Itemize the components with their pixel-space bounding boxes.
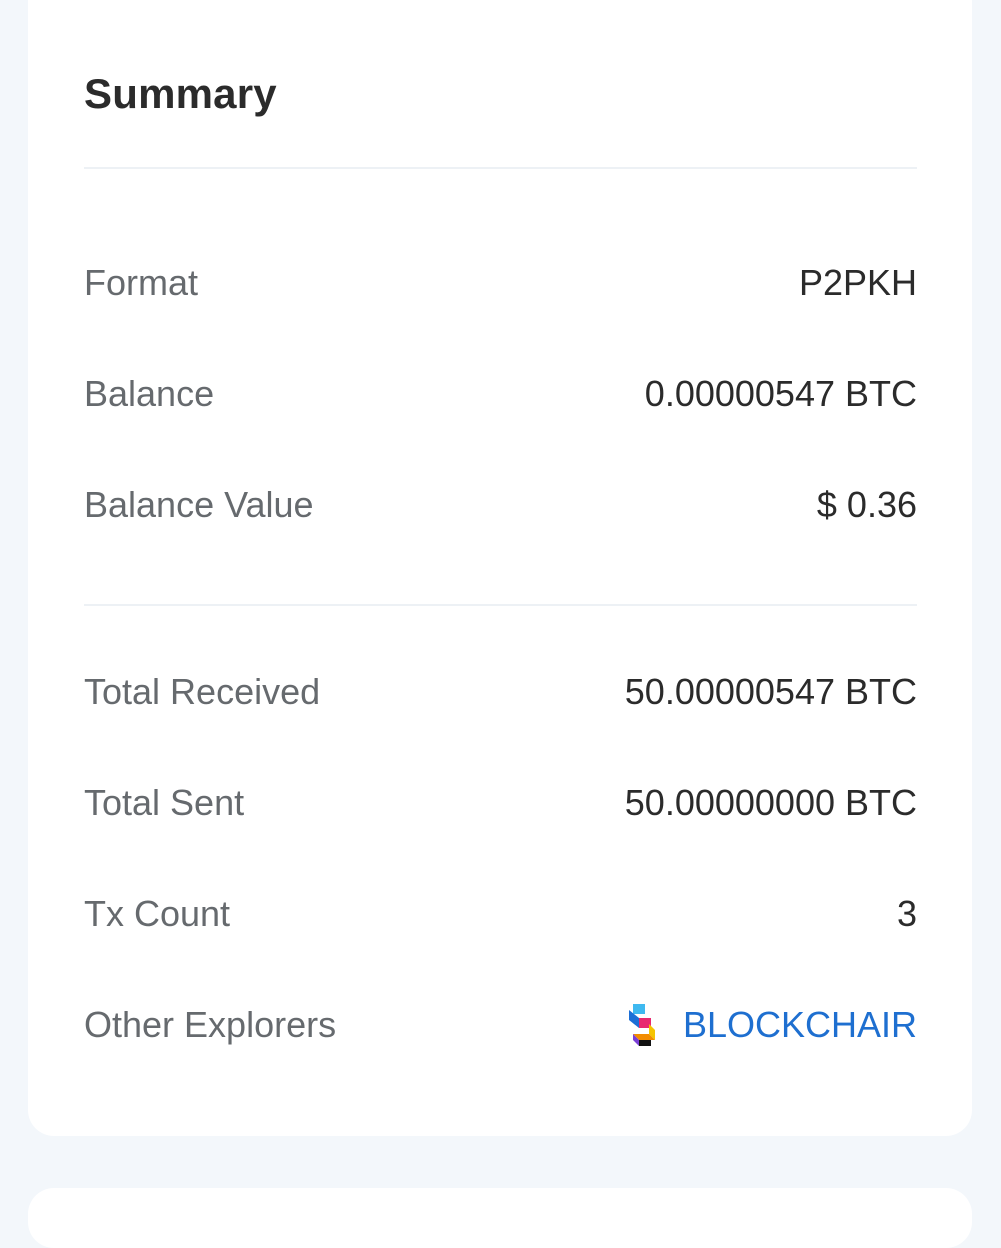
blockchair-link-label[interactable]: BLOCKCHAIR — [683, 1004, 917, 1046]
blockchair-link[interactable]: BLOCKCHAIR — [621, 1000, 917, 1050]
divider — [84, 167, 917, 169]
next-card — [28, 1188, 972, 1248]
format-value: P2PKH — [798, 262, 917, 303]
total-received-row: Total Received 50.00000547 BTC — [84, 667, 917, 717]
balance-value: 0.00000547 BTC — [644, 373, 917, 414]
tx-count-label: Tx Count — [84, 893, 231, 934]
tx-count-value: 3 — [896, 893, 917, 934]
balance-value-row: Balance Value $ 0.36 — [84, 480, 917, 530]
blockchair-logo-icon — [628, 1004, 655, 1046]
total-sent-value: 50.00000000 BTC — [624, 782, 917, 823]
divider — [84, 604, 917, 606]
balance-label: Balance — [84, 373, 215, 414]
balance-value-amount: $ 0.36 — [816, 484, 917, 525]
summary-card — [28, 0, 972, 1136]
total-received-label: Total Received — [84, 671, 321, 712]
total-received-value: 50.00000547 BTC — [624, 671, 917, 712]
total-sent-label: Total Sent — [84, 782, 245, 823]
balance-value-label: Balance Value — [84, 484, 314, 525]
format-row: Format P2PKH — [84, 258, 917, 308]
format-label: Format — [84, 262, 199, 303]
total-sent-row: Total Sent 50.00000000 BTC — [84, 778, 917, 828]
balance-row: Balance 0.00000547 BTC — [84, 369, 917, 419]
tx-count-row: Tx Count 3 — [84, 889, 917, 939]
other-explorers-row: Other Explorers BLOCKCHAIR — [84, 1000, 917, 1050]
summary-title: Summary — [84, 70, 277, 117]
other-explorers-label: Other Explorers — [84, 1004, 337, 1045]
